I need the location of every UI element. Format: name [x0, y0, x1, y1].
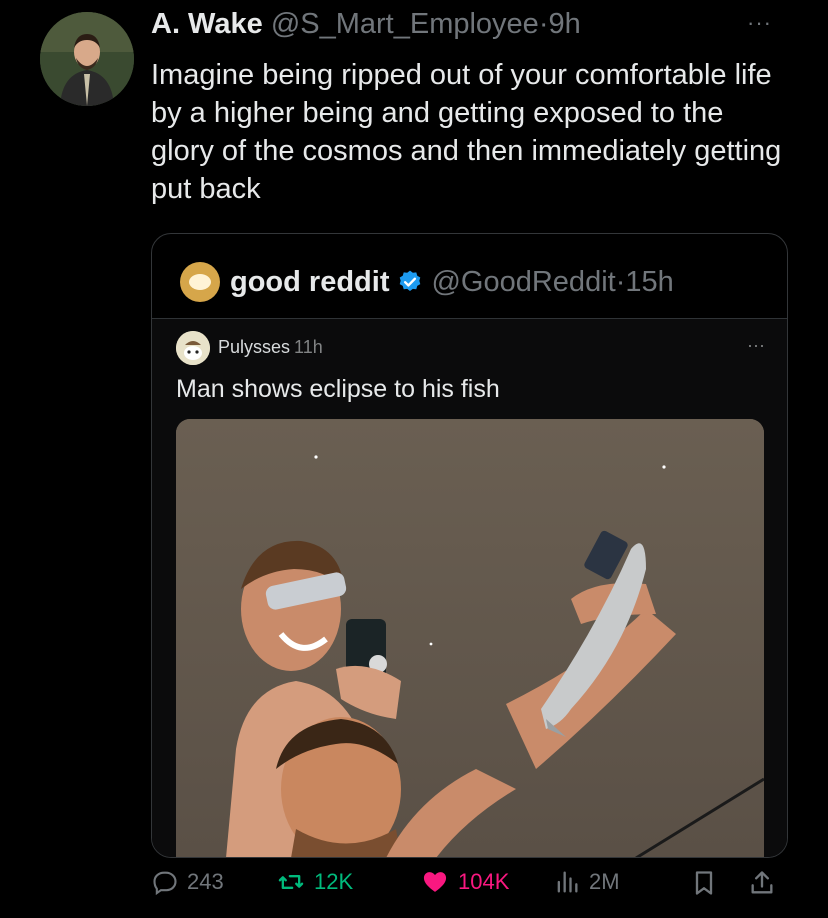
- reddit-avatar: [176, 331, 210, 365]
- more-icon[interactable]: ···: [747, 10, 772, 36]
- quoted-tweet-card[interactable]: good reddit @GoodReddit · 15h Pulysses 11h …: [151, 233, 788, 858]
- reply-count: 243: [187, 869, 224, 894]
- heart-icon: [423, 872, 447, 892]
- tweet-header: A. Wake @S_Mart_Employee·9h: [151, 8, 581, 41]
- repost-button[interactable]: 12K: [276, 868, 353, 896]
- reddit-post-screenshot: Pulysses 11h ··· Man shows eclipse to his…: [152, 318, 787, 857]
- reply-button[interactable]: 243: [151, 868, 224, 896]
- bookmark-icon: [695, 871, 713, 895]
- repost-count: 12K: [314, 869, 354, 894]
- verified-icon: [400, 270, 421, 291]
- share-icon: [751, 871, 773, 894]
- reddit-username: Pulysses 11h: [218, 337, 323, 358]
- action-bar: 243 12K 104K 2M: [0, 868, 828, 918]
- views-icon: [557, 871, 578, 893]
- author-name[interactable]: A. Wake: [151, 8, 263, 40]
- share-button[interactable]: [748, 868, 784, 898]
- reddit-more-icon: ···: [747, 335, 765, 355]
- quoted-timestamp[interactable]: 15h: [625, 266, 673, 299]
- bookmark-button[interactable]: [690, 868, 726, 898]
- separator-dot: ·: [615, 265, 626, 298]
- repost-icon: [278, 875, 304, 889]
- quoted-tweet-header: good reddit @GoodReddit · 15h: [180, 262, 674, 302]
- reddit-post-title: Man shows eclipse to his fish: [176, 375, 500, 403]
- quoted-author-handle[interactable]: @GoodReddit: [431, 266, 615, 299]
- reddit-username-text: Pulysses: [218, 337, 291, 357]
- like-count: 104K: [458, 869, 510, 894]
- like-button[interactable]: 104K: [420, 868, 509, 896]
- views-button[interactable]: 2M: [553, 868, 620, 896]
- reddit-post-time: 11h: [294, 337, 323, 357]
- post-photo[interactable]: [176, 419, 764, 857]
- author-handle[interactable]: @S_Mart_Employee: [271, 8, 539, 40]
- views-count: 2M: [589, 869, 620, 894]
- tweet-text: Imagine being ripped out of your comfort…: [151, 59, 782, 205]
- author-avatar[interactable]: [40, 12, 134, 106]
- quoted-avatar[interactable]: [180, 262, 220, 302]
- tweet-timestamp[interactable]: 9h: [548, 8, 580, 40]
- reply-icon: [153, 871, 177, 896]
- quoted-author-name[interactable]: good reddit: [230, 266, 389, 299]
